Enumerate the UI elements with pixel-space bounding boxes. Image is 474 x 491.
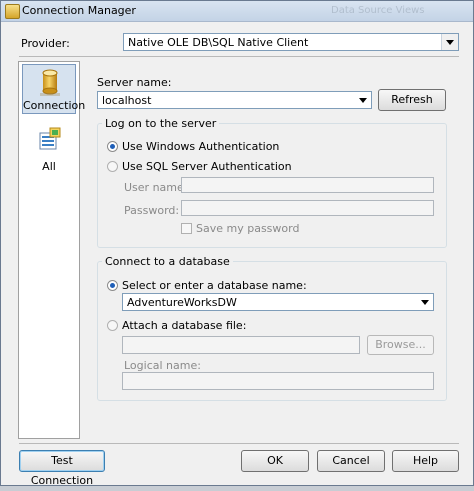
windows-auth-radio[interactable] <box>107 141 118 152</box>
logon-group-title: Log on to the server <box>102 117 220 130</box>
header-separator <box>19 56 459 57</box>
sidebar-item-connection[interactable]: Connection <box>22 64 86 114</box>
server-name-combo[interactable]: localhost <box>97 91 372 109</box>
windows-auth-label: Use Windows Authentication <box>122 140 280 153</box>
provider-value: Native OLE DB\SQL Native Client <box>128 36 309 49</box>
sidebar-item-label: All <box>42 160 56 173</box>
password-label: Password: <box>124 204 180 217</box>
logical-name-label: Logical name: <box>124 359 201 372</box>
app-icon <box>5 4 20 19</box>
properties-grid-icon <box>39 127 61 150</box>
server-name-value: localhost <box>102 94 152 107</box>
chevron-down-icon[interactable] <box>441 34 458 50</box>
logical-name-input[interactable] <box>122 372 434 390</box>
sql-auth-label: Use SQL Server Authentication <box>122 160 292 173</box>
select-database-label: Select or enter a database name: <box>122 279 307 292</box>
sidebar: Connection All <box>18 61 86 439</box>
attach-database-label: Attach a database file: <box>122 319 247 332</box>
select-database-radio[interactable] <box>107 280 118 291</box>
browse-button[interactable]: Browse... <box>367 335 434 355</box>
save-password-label: Save my password <box>196 222 300 235</box>
save-password-checkbox[interactable] <box>181 223 192 234</box>
provider-label: Provider: <box>21 37 70 50</box>
footer-separator <box>19 443 459 444</box>
refresh-button[interactable]: Refresh <box>378 89 446 111</box>
password-input[interactable] <box>181 200 434 216</box>
username-input[interactable] <box>181 177 434 193</box>
test-connection-button[interactable]: Test Connection <box>19 450 105 487</box>
username-label: User name: <box>124 181 188 194</box>
database-group-title: Connect to a database <box>102 255 233 268</box>
cancel-button[interactable]: Cancel <box>317 450 385 472</box>
attach-file-input[interactable] <box>122 336 360 354</box>
database-cylinder-icon <box>40 69 60 96</box>
sidebar-item-all[interactable]: All <box>22 124 76 174</box>
connection-manager-window: Connection Manager Data Source Views Pro… <box>0 0 474 487</box>
chevron-down-icon[interactable] <box>355 92 371 108</box>
ok-button[interactable]: OK <box>241 450 309 472</box>
database-name-value: AdventureWorksDW <box>127 296 237 309</box>
window-title: Connection Manager <box>22 4 136 17</box>
title-bar[interactable]: Connection Manager Data Source Views <box>1 1 473 22</box>
chevron-down-icon[interactable] <box>417 294 433 310</box>
server-name-label: Server name: <box>97 76 172 89</box>
attach-database-radio[interactable] <box>107 320 118 331</box>
sql-auth-radio[interactable] <box>107 161 118 172</box>
sidebar-item-label: Connection <box>23 99 86 112</box>
background-tab-label: Data Source Views <box>331 5 425 16</box>
help-button[interactable]: Help <box>392 450 459 472</box>
database-name-combo[interactable]: AdventureWorksDW <box>122 293 434 311</box>
provider-dropdown[interactable]: Native OLE DB\SQL Native Client <box>123 33 459 51</box>
